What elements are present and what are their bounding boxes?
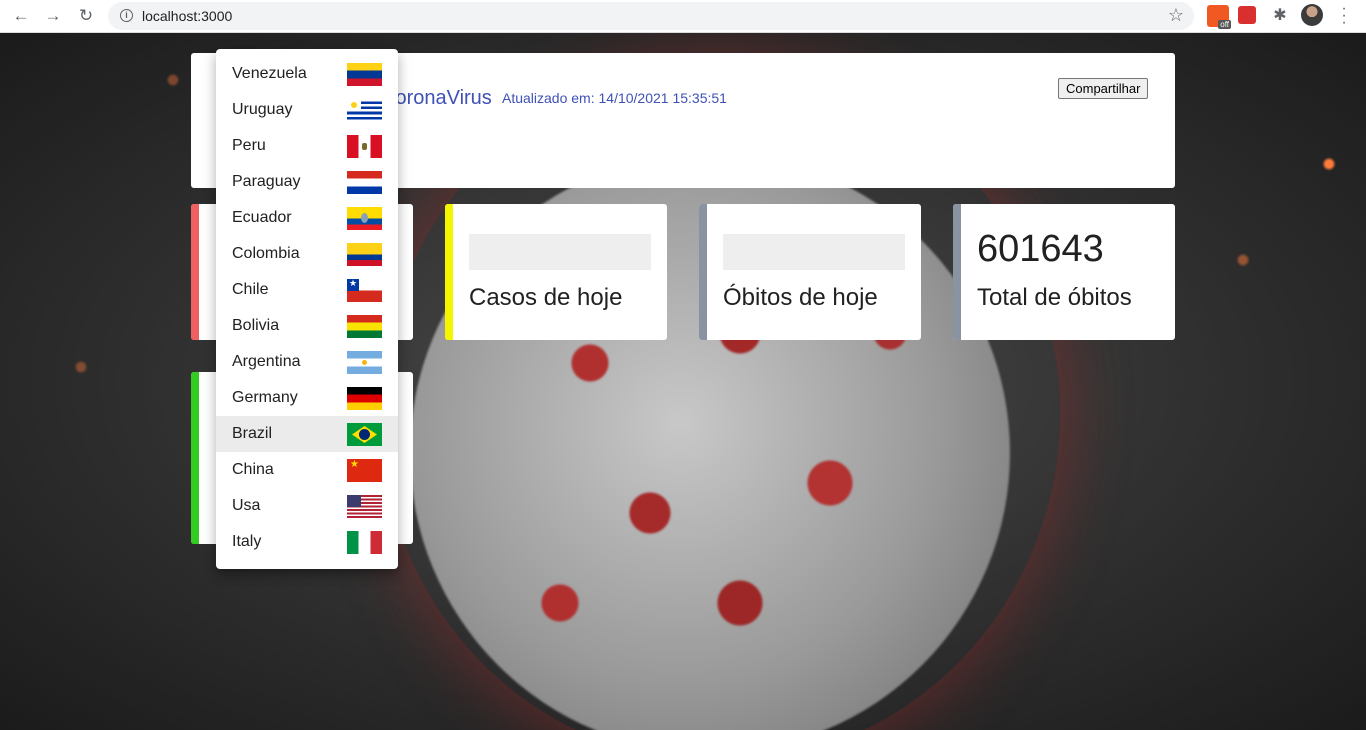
spark-decoration <box>166 73 180 87</box>
country-option-label: Bolivia <box>232 317 280 334</box>
country-option-label: Argentina <box>232 353 301 370</box>
country-option-argentina[interactable]: Argentina <box>216 344 398 380</box>
country-option-uruguay[interactable]: Uruguay <box>216 92 398 128</box>
spark-decoration <box>74 360 88 374</box>
country-option-label: Italy <box>232 533 262 550</box>
country-option-label: Germany <box>232 389 298 406</box>
bookmark-star-icon[interactable]: ☆ <box>1168 5 1184 26</box>
country-option-label: Venezuela <box>232 65 307 82</box>
stat-value: 601643 <box>977 228 1104 270</box>
country-option-paraguay[interactable]: Paraguay <box>216 164 398 200</box>
country-option-colombia[interactable]: Colombia <box>216 236 398 272</box>
browser-toolbar: ← → ↻ i localhost:3000 ☆ off ✱ · · · <box>0 0 1366 33</box>
country-option-label: China <box>232 461 274 478</box>
stat-accent-bar <box>445 204 453 340</box>
stat-card-deaths-today: Óbitos de hoje <box>699 204 921 340</box>
country-option-venezuela[interactable]: Venezuela <box>216 56 398 92</box>
germany-flag-icon <box>347 387 382 410</box>
country-option-label: Chile <box>232 281 269 298</box>
bolivia-flag-icon <box>347 315 382 338</box>
stat-accent-bar <box>191 372 199 544</box>
country-option-ecuador[interactable]: Ecuador <box>216 200 398 236</box>
country-option-brazil[interactable]: Brazil <box>216 416 398 452</box>
chile-flag-icon <box>347 279 382 302</box>
country-option-usa[interactable]: Usa <box>216 488 398 524</box>
country-select-menu: Venezuela Uruguay Peru Paraguay Ecuador Colom… <box>216 49 398 569</box>
country-option-chile[interactable]: Chile <box>216 272 398 308</box>
brazil-flag-icon <box>347 423 382 446</box>
profile-avatar[interactable] <box>1301 4 1323 26</box>
colombia-flag-icon <box>347 243 382 266</box>
extension-icon[interactable]: off <box>1207 5 1231 29</box>
stat-card-cases-today: Casos de hoje <box>445 204 667 340</box>
forward-arrow-icon[interactable]: → <box>40 4 66 28</box>
browser-menu-icon[interactable]: · · · <box>1336 1 1352 31</box>
country-option-label: Colombia <box>232 245 300 262</box>
china-flag-icon <box>347 459 382 482</box>
back-arrow-icon[interactable]: ← <box>8 4 34 28</box>
spark-decoration <box>1322 157 1336 171</box>
country-option-bolivia[interactable]: Bolivia <box>216 308 398 344</box>
country-option-china[interactable]: China <box>216 452 398 488</box>
extension-red-icon[interactable] <box>1238 6 1256 24</box>
loading-placeholder <box>469 234 651 270</box>
stat-accent-bar <box>191 204 199 340</box>
ecuador-flag-icon <box>347 207 382 230</box>
url-text[interactable]: localhost:3000 <box>142 8 232 24</box>
peru-flag-icon <box>347 135 382 158</box>
country-option-label: Brazil <box>232 425 273 442</box>
country-option-label: Peru <box>232 137 266 154</box>
country-option-italy[interactable]: Italy <box>216 524 398 560</box>
country-option-peru[interactable]: Peru <box>216 128 398 164</box>
site-info-icon[interactable]: i <box>120 9 133 22</box>
paraguay-flag-icon <box>347 171 382 194</box>
stat-label: Casos de hoje <box>469 284 623 311</box>
stat-card-total-deaths: 601643 Total de óbitos <box>953 204 1175 340</box>
extension-badge: off <box>1218 20 1231 29</box>
country-option-label: Ecuador <box>232 209 292 226</box>
updated-timestamp: Atualizado em: 14/10/2021 15:35:51 <box>502 90 727 106</box>
italy-flag-icon <box>347 531 382 554</box>
share-button[interactable]: Compartilhar <box>1058 78 1149 99</box>
country-option-label: Usa <box>232 497 261 514</box>
country-option-label: Paraguay <box>232 173 301 190</box>
stat-label: Total de óbitos <box>977 284 1132 311</box>
uruguay-flag-icon <box>347 99 382 122</box>
loading-placeholder <box>723 234 905 270</box>
venezuela-flag-icon <box>347 63 382 86</box>
argentina-flag-icon <box>347 351 382 374</box>
usa-flag-icon <box>347 495 382 518</box>
spark-decoration <box>1236 253 1250 267</box>
country-option-germany[interactable]: Germany <box>216 380 398 416</box>
extensions-puzzle-icon[interactable]: ✱ <box>1269 5 1291 27</box>
stat-accent-bar <box>953 204 961 340</box>
country-option-label: Uruguay <box>232 101 293 118</box>
stat-accent-bar <box>699 204 707 340</box>
reload-icon[interactable]: ↻ <box>73 4 99 28</box>
stat-label: Óbitos de hoje <box>723 284 878 311</box>
address-bar[interactable]: i localhost:3000 ☆ <box>108 2 1194 30</box>
